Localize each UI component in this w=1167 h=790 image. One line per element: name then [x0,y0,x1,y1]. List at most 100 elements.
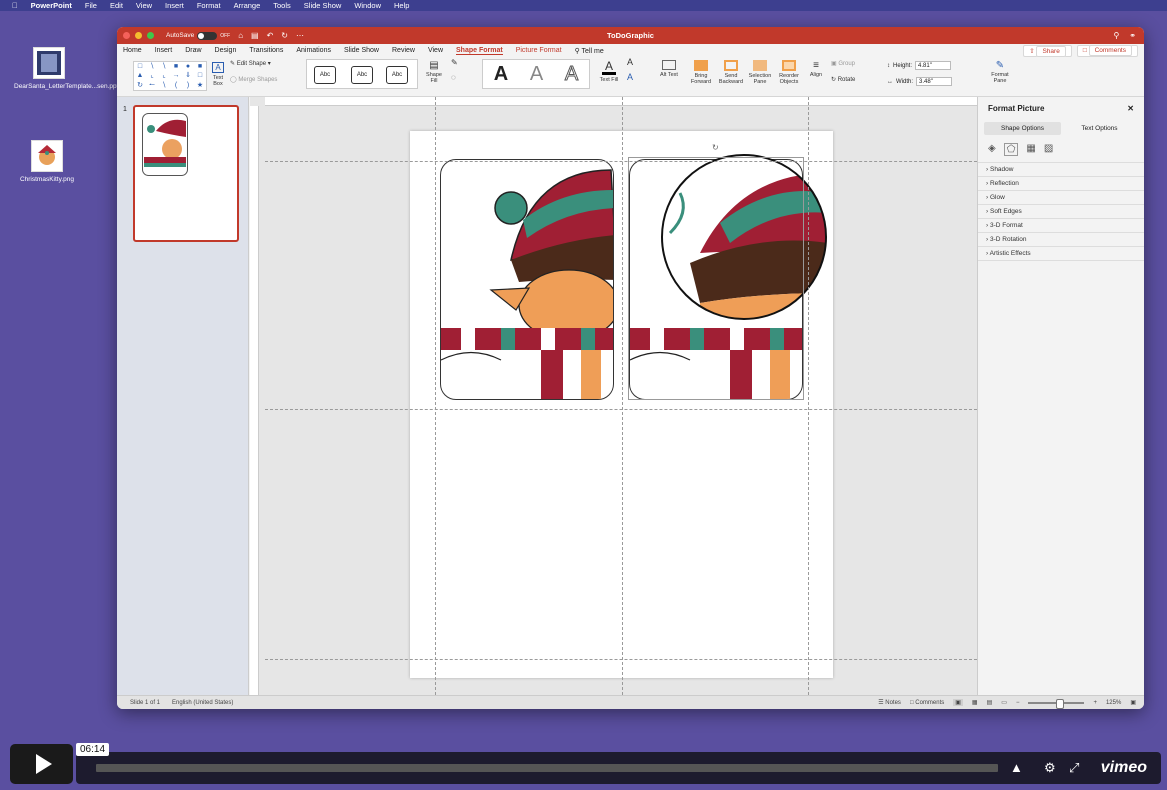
tab-transitions[interactable]: Transitions [249,47,283,54]
section-soft-edges[interactable]: › Soft Edges [978,205,1144,219]
language-indicator[interactable]: English (United States) [172,700,233,706]
shape-outline-icon[interactable]: ✎ [451,59,458,67]
tab-animations[interactable]: Animations [296,47,331,54]
close-button[interactable] [123,32,130,39]
comments-status-button[interactable]: □ Comments [910,700,944,706]
menu-slide-show[interactable]: Slide Show [304,1,342,10]
fill-line-icon[interactable]: ◈ [988,143,996,156]
align-button[interactable]: ≡ Align [807,60,825,78]
share-icon[interactable]: ⚭ [1129,31,1136,40]
text-outline-icon[interactable]: A [627,58,633,67]
menu-format[interactable]: Format [197,1,221,10]
effects-icon[interactable]: ⬠ [1003,143,1019,156]
minimize-button[interactable] [135,32,142,39]
tab-home[interactable]: Home [123,47,142,54]
wordart-style-2[interactable]: A [530,63,543,86]
zoom-button[interactable] [147,32,154,39]
tell-me-search[interactable]: ⚲ Tell me [575,47,604,55]
desktop-file-png[interactable]: ChristmasKitty.png [12,140,82,184]
shape-style-1[interactable]: Abc [314,66,336,84]
tab-draw[interactable]: Draw [185,47,201,54]
text-effects-icon[interactable]: A [627,73,633,82]
tab-shape-format[interactable]: Shape Format [456,47,503,55]
slide-sorter-icon[interactable]: ▦ [972,699,978,706]
close-pane-icon[interactable]: ✕ [1127,104,1134,113]
format-pane-button[interactable]: ✎ Format Pane [987,60,1013,84]
tab-text-options[interactable]: Text Options [1061,122,1138,135]
zoom-level[interactable]: 125% [1106,700,1121,706]
comments-button[interactable]: □ Comments [1076,45,1138,57]
tab-slide-show[interactable]: Slide Show [344,47,379,54]
reading-view-icon[interactable]: ▤ [987,699,993,706]
menu-window[interactable]: Window [354,1,381,10]
wordart-style-1[interactable]: A [494,63,508,86]
zoom-slider[interactable] [1028,698,1085,709]
menu-arrange[interactable]: Arrange [234,1,261,10]
save-icon[interactable]: ▤ [251,31,259,40]
tab-shape-options[interactable]: Shape Options [984,122,1061,135]
share-button[interactable]: ⇧ Share [1023,45,1072,57]
volume-icon[interactable]: ▲ [1010,760,1023,775]
notes-button[interactable]: ☰ Notes [878,699,901,706]
reorder-objects-button[interactable]: Reorder Objects [775,60,803,85]
menu-view[interactable]: View [136,1,152,10]
zoom-out-icon[interactable]: − [1016,700,1020,706]
redo-icon[interactable]: ↻ [281,31,288,40]
text-box-button[interactable]: A Text Box [211,62,225,87]
size-properties-icon[interactable]: ▦ [1026,143,1035,156]
shape-effects-icon[interactable]: ◌ [451,74,456,82]
merge-shapes-button[interactable]: ◯ Merge Shapes [230,77,277,83]
tab-view[interactable]: View [428,47,443,54]
home-icon[interactable]: ⌂ [238,31,243,40]
slide-thumbnail[interactable] [133,105,239,242]
fullscreen-icon[interactable]: ⤢ [1069,760,1079,776]
rotate-handle-icon[interactable]: ↻ [712,143,719,152]
menu-edit[interactable]: Edit [110,1,123,10]
play-button[interactable] [10,744,73,784]
text-fill-button[interactable]: A Text Fill [597,60,621,83]
autosave-control[interactable]: AutoSave OFF [166,31,230,40]
rotate-button[interactable]: ↻ Rotate [831,77,855,83]
vimeo-logo[interactable]: vimeo [1101,759,1147,777]
picture-icon[interactable]: ▨ [1044,143,1053,156]
autosave-toggle[interactable] [197,31,218,40]
section-reflection[interactable]: › Reflection [978,177,1144,191]
progress-bar[interactable] [96,764,998,772]
kitty-picture-left[interactable] [440,159,614,400]
shape-style-2[interactable]: Abc [351,66,373,84]
shape-style-3[interactable]: Abc [386,66,408,84]
alt-text-button[interactable]: Alt Text [659,60,679,78]
undo-icon[interactable]: ↶ [267,31,274,40]
menu-insert[interactable]: Insert [165,1,184,10]
selection-pane-button[interactable]: Selection Pane [747,60,773,85]
desktop-file-pptx[interactable]: DearSanta_LetterTemplate...sen.pptx [14,47,122,91]
section-glow[interactable]: › Glow [978,191,1144,205]
more-icon[interactable]: ⋯ [296,31,304,40]
zoom-in-icon[interactable]: + [1093,700,1097,706]
width-input[interactable]: 3.48" [916,77,953,86]
tab-insert[interactable]: Insert [155,47,173,54]
slideshow-icon[interactable]: ▭ [1001,699,1007,706]
send-backward-button[interactable]: Send Backward [717,60,745,85]
section-3d-format[interactable]: › 3-D Format [978,219,1144,233]
tab-picture-format[interactable]: Picture Format [516,47,562,54]
shape-fill-button[interactable]: ▤ Shape Fill [423,60,445,84]
section-artistic-effects[interactable]: › Artistic Effects [978,247,1144,261]
tab-design[interactable]: Design [215,47,237,54]
apple-icon[interactable]:  [12,1,18,10]
menu-tools[interactable]: Tools [273,1,291,10]
group-button[interactable]: ▣ Group [831,61,855,67]
search-icon[interactable]: ⚲ [1113,31,1119,40]
fit-slide-icon[interactable]: ▣ [1130,699,1136,706]
section-3d-rotation[interactable]: › 3-D Rotation [978,233,1144,247]
menu-help[interactable]: Help [394,1,409,10]
normal-view-icon[interactable]: ▣ [953,699,963,706]
edit-shape-button[interactable]: ✎ Edit Shape ▾ [230,61,271,67]
slide-editor[interactable]: ↻ [250,97,977,695]
menu-app-name[interactable]: PowerPoint [31,1,72,10]
tab-review[interactable]: Review [392,47,415,54]
wordart-style-3[interactable]: A [564,62,578,86]
shapes-gallery[interactable]: □ ∖ ∖ ■ ● ■ ▲ ⌞ ⌞ → ⇓ □ ↻ ↼ ∖() ★ [133,61,207,91]
height-input[interactable]: 4.81" [915,61,952,70]
settings-gear-icon[interactable]: ⚙ [1044,760,1056,776]
